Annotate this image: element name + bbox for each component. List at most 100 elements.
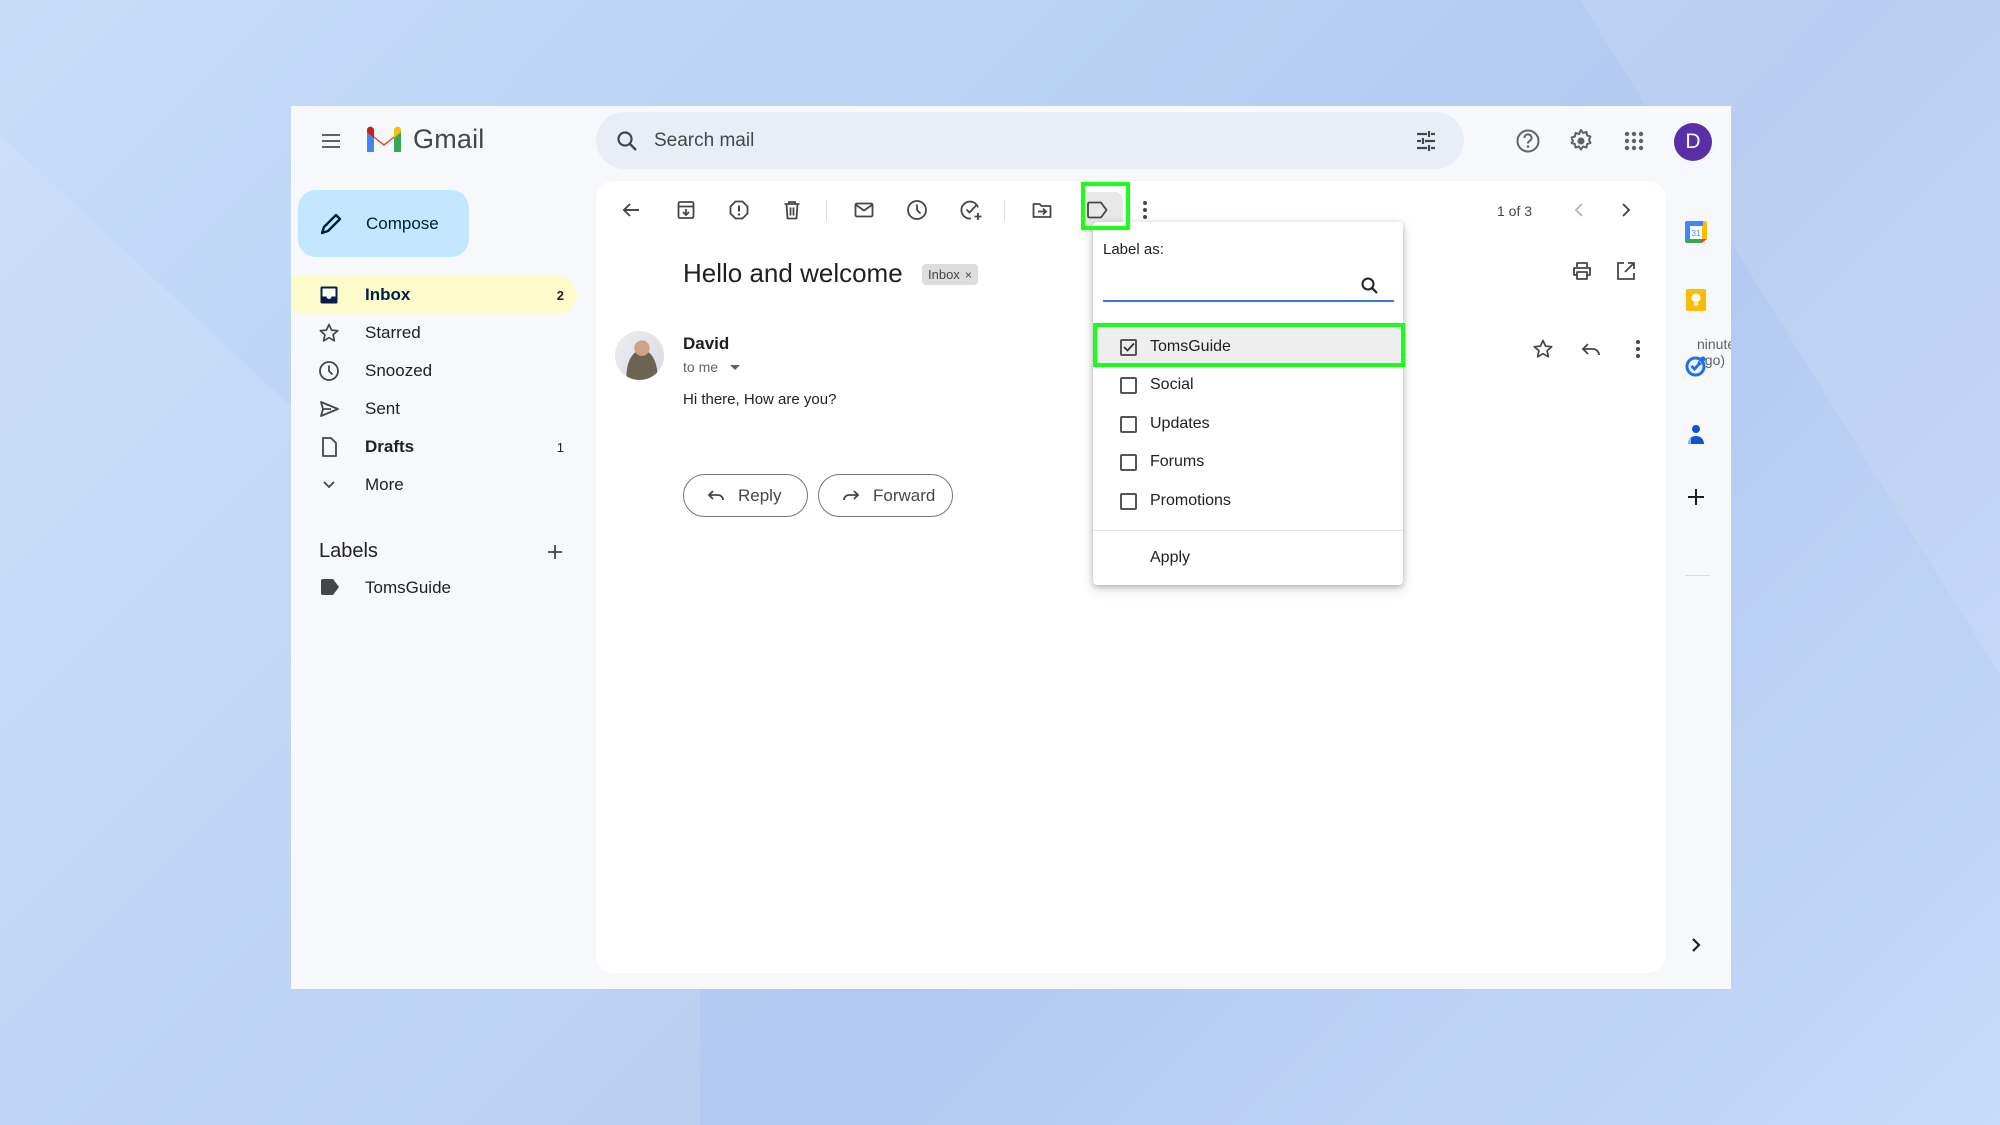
checkbox[interactable] [1120,453,1137,471]
search-input[interactable] [654,129,1406,152]
reply-button[interactable] [1571,329,1611,369]
get-addons-button[interactable] [1681,482,1711,512]
apps-icon [1624,131,1644,151]
apply-button[interactable]: Apply [1150,549,1190,567]
add-icon [1688,489,1704,505]
back-button[interactable] [611,190,651,230]
remove-label-button[interactable]: × [965,268,972,282]
mark-unread-icon [854,202,874,218]
gmail-m-icon [367,126,401,152]
message-more-button[interactable] [1618,329,1658,369]
sidebar-item-inbox[interactable]: Inbox 2 [291,276,577,314]
archive-button[interactable] [666,190,706,230]
label-icon [1087,201,1108,219]
sidebar-item-label: Starred [365,323,421,342]
sidebar-item-snoozed[interactable]: Snoozed [291,352,577,390]
checkbox-checked[interactable] [1120,338,1137,356]
main-menu-button[interactable] [311,121,351,161]
open-new-window-button[interactable] [1606,251,1646,291]
chevron-left-icon [1574,203,1583,217]
calendar-icon: 31 [1685,221,1707,243]
send-icon [320,401,339,417]
recipient-details[interactable]: to me [683,359,741,375]
toolbar-divider [1004,200,1005,222]
reply-icon [707,489,724,500]
label-option-social[interactable]: Social [1093,366,1403,404]
label-option-tomsguide[interactable]: TomsGuide [1093,328,1403,366]
move-to-button[interactable] [1022,190,1062,230]
older-button[interactable] [1606,190,1646,230]
add-to-tasks-button[interactable] [951,190,991,230]
mark-unread-button[interactable] [844,190,884,230]
label-search-input[interactable] [1103,272,1394,302]
label-option-promotions[interactable]: Promotions [1093,482,1403,520]
sidebar-item-label: More [365,475,404,494]
gmail-window: Gmail D Compose Inbox 2 Starred [291,106,1731,989]
help-button[interactable] [1508,121,1548,161]
settings-button[interactable] [1561,121,1601,161]
inbox-label-chip: Inbox × [922,264,978,285]
checkbox[interactable] [1120,492,1137,510]
search-button[interactable] [612,126,642,156]
delete-button[interactable] [772,190,812,230]
open-in-new-icon [1617,262,1635,280]
label-option-updates[interactable]: Updates [1093,405,1403,443]
add-task-icon [960,200,982,220]
report-spam-button[interactable] [719,190,759,230]
sidebar-item-sent[interactable]: Sent [291,390,577,428]
checkbox[interactable] [1120,415,1137,433]
label-option-text: Updates [1150,415,1210,432]
sidebar-label-tomsguide[interactable]: TomsGuide [291,570,577,606]
print-button[interactable] [1562,251,1602,291]
compose-button[interactable]: Compose [298,190,469,257]
snooze-button[interactable] [897,190,937,230]
checkbox[interactable] [1120,376,1137,394]
caret-down-icon [730,364,741,370]
forward-pill-button[interactable]: Forward [818,474,953,517]
sidebar-item-drafts[interactable]: Drafts 1 [291,428,577,466]
show-side-panel-button[interactable] [1681,930,1711,960]
account-avatar[interactable]: D [1674,123,1712,161]
menu-divider [1093,530,1403,531]
search-options-button[interactable] [1406,121,1446,161]
label-option-text: TomsGuide [1150,338,1231,355]
contacts-app-button[interactable] [1681,419,1711,449]
sidebar-item-label: Sent [365,399,400,418]
toolbar-divider [826,200,827,222]
contacts-icon [1688,425,1704,444]
forward-label: Forward [873,485,936,505]
search-bar[interactable] [596,112,1464,169]
label-option-forums[interactable]: Forums [1093,443,1403,481]
delete-icon [784,201,800,220]
label-icon [321,579,339,595]
unread-count: 2 [556,287,564,303]
label-option-text: Forums [1150,453,1205,470]
tasks-app-button[interactable] [1681,351,1711,381]
labels-heading: Labels [319,540,378,562]
reply-pill-button[interactable]: Reply [683,474,808,517]
pagination-text: 1 of 3 [1497,203,1533,219]
newer-button[interactable] [1559,190,1599,230]
check-icon [1122,342,1135,352]
sidebar-item-starred[interactable]: Starred [291,314,577,352]
label-option-text: Social [1150,376,1194,393]
compose-label: Compose [366,213,439,233]
rail-divider [1685,575,1710,576]
sender-avatar[interactable] [615,331,664,380]
keep-app-button[interactable] [1681,285,1711,315]
tune-icon [1417,130,1435,151]
gmail-logo[interactable]: Gmail [365,124,485,155]
label-as-menu: Label as: TomsGuide Social Updates Forum… [1093,222,1403,585]
sender-name[interactable]: David [683,334,729,354]
google-apps-button[interactable] [1614,121,1654,161]
sidebar-item-more[interactable]: More [291,466,577,504]
create-label-button[interactable] [535,532,575,572]
menu-icon [322,134,340,148]
reply-label: Reply [738,485,782,505]
star-button[interactable] [1523,329,1563,369]
chip-label: Inbox [928,267,960,282]
calendar-app-button[interactable]: 31 [1681,217,1711,247]
more-vert-icon [1143,201,1147,219]
reply-icon [1581,343,1600,356]
inbox-icon [320,286,338,304]
